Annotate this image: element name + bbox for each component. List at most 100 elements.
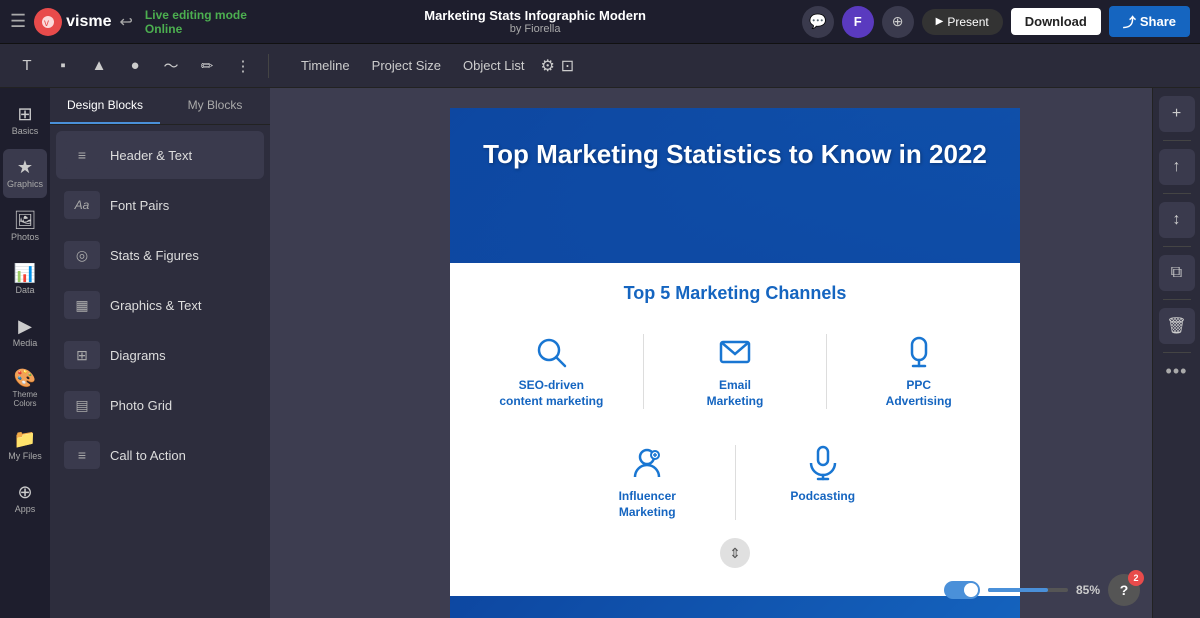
sidebar-label-basics: Basics — [12, 127, 39, 137]
scroll-indicator: ⇕ — [460, 530, 1010, 576]
circle-tool[interactable]: ● — [120, 51, 150, 81]
zoom-bar: 85% ? 2 — [944, 574, 1140, 606]
toolbar-separator — [268, 54, 269, 78]
block-item-graphics-text[interactable]: ▦ Graphics & Text — [56, 281, 264, 329]
block-item-call-to-action[interactable]: ≡ Call to Action — [56, 431, 264, 479]
photos-icon: 🖼 — [14, 210, 37, 231]
svg-text:v: v — [44, 18, 49, 29]
help-badge: 2 — [1128, 570, 1144, 586]
canvas-header: Top Marketing Statistics to Know in 2022 — [450, 108, 1020, 263]
sidebar-item-my-files[interactable]: 📁 My Files — [3, 421, 47, 470]
toolbar-strip: T ▪ ▲ ● 〜 ✏ ⋮ Timeline Project Size Obje… — [0, 44, 1200, 88]
seo-icon — [533, 334, 569, 370]
duplicate-button[interactable]: ⧉ — [1159, 255, 1195, 291]
comment-button[interactable]: 💬 — [802, 6, 834, 38]
block-label-photo-grid: Photo Grid — [110, 398, 172, 413]
share-button[interactable]: ⤴ Share — [1109, 6, 1190, 37]
channel-label-influencer: InfluencerMarketing — [619, 489, 676, 520]
zoom-toggle[interactable] — [944, 581, 980, 599]
image-crop-icon[interactable]: ⊡ — [561, 56, 574, 76]
download-button[interactable]: Download — [1011, 8, 1101, 35]
triangle-tool[interactable]: ▲ — [84, 51, 114, 81]
block-item-header-text[interactable]: ≡ Header & Text — [56, 131, 264, 179]
tab-object-list[interactable]: Object List — [453, 54, 534, 77]
sidebar-item-basics[interactable]: ⊞ Basics — [3, 96, 47, 145]
rect-tool[interactable]: ▪ — [48, 51, 78, 81]
sidebar-item-apps[interactable]: ⊕ Apps — [3, 474, 47, 523]
add-button[interactable]: + — [1159, 96, 1195, 132]
block-item-font-pairs[interactable]: Aa Font Pairs — [56, 181, 264, 229]
sidebar-item-graphics[interactable]: ★ Graphics — [3, 149, 47, 198]
sidebar-item-photos[interactable]: 🖼 Photos — [3, 202, 47, 251]
scroll-button[interactable]: ⇕ — [720, 538, 750, 568]
block-label-diagrams: Diagrams — [110, 348, 166, 363]
collaborators-button[interactable]: ⊕ — [882, 6, 914, 38]
avatar-button[interactable]: F — [842, 6, 874, 38]
font-pairs-icon: Aa — [64, 191, 100, 219]
channel-ppc: PPCAdvertising — [827, 324, 1010, 419]
help-button[interactable]: ? 2 — [1108, 574, 1140, 606]
text-tool[interactable]: T — [12, 51, 42, 81]
block-item-diagrams[interactable]: ⊞ Diagrams — [56, 331, 264, 379]
channel-label-ppc: PPCAdvertising — [886, 378, 952, 409]
main-area: ⊞ Basics ★ Graphics 🖼 Photos 📊 Data ▶ Me… — [0, 88, 1200, 618]
right-sep-2 — [1163, 193, 1191, 194]
pen-tool[interactable]: ✏ — [192, 51, 222, 81]
sidebar-item-data[interactable]: 📊 Data — [3, 255, 47, 304]
cta-icon: ≡ — [64, 441, 100, 469]
tab-timeline[interactable]: Timeline — [291, 54, 360, 77]
media-icon: ▶ — [18, 316, 32, 337]
tab-project-size[interactable]: Project Size — [362, 54, 451, 77]
channel-podcasting: Podcasting — [736, 435, 911, 530]
sidebar-item-theme-colors[interactable]: 🎨 Theme Colors — [3, 360, 47, 417]
sidebar-label-media: Media — [13, 339, 38, 349]
block-item-photo-grid[interactable]: ▤ Photo Grid — [56, 381, 264, 429]
sidebar-label-data: Data — [15, 286, 34, 296]
photo-grid-icon: ▤ — [64, 391, 100, 419]
sidebar-label-graphics: Graphics — [7, 180, 43, 190]
share-icon: ⤴ — [1123, 12, 1136, 31]
hamburger-icon[interactable]: ☰ — [10, 11, 26, 32]
zoom-slider[interactable] — [988, 588, 1068, 592]
curve-tool[interactable]: 〜 — [156, 51, 186, 81]
block-label-font-pairs: Font Pairs — [110, 198, 169, 213]
block-label-graphics-text: Graphics & Text — [110, 298, 202, 313]
block-item-stats-figures[interactable]: ◎ Stats & Figures — [56, 231, 264, 279]
sidebar-label-photos: Photos — [11, 233, 39, 243]
present-button[interactable]: Present — [922, 9, 1003, 35]
diagrams-icon: ⊞ — [64, 341, 100, 369]
top-bar-left: ☰ v visme ↩ Live editing mode Online — [10, 8, 269, 36]
canvas-footer: 10 Most Popular Social Media Platforms B… — [450, 596, 1020, 618]
sidebar-item-media[interactable]: ▶ Media — [3, 308, 47, 357]
settings-icon[interactable]: ⚙ — [540, 56, 554, 76]
block-label-stats: Stats & Figures — [110, 248, 199, 263]
email-icon — [717, 334, 753, 370]
more-tools[interactable]: ⋮ — [228, 51, 258, 81]
zoom-value: 85% — [1076, 583, 1100, 597]
tab-my-blocks[interactable]: My Blocks — [160, 88, 270, 124]
tab-design-blocks[interactable]: Design Blocks — [50, 88, 160, 124]
theme-icon: 🎨 — [14, 368, 36, 389]
top-bar-right: 💬 F ⊕ Present Download ⤴ Share — [802, 6, 1190, 38]
more-options-icon[interactable]: ••• — [1166, 361, 1188, 382]
logo-text: visme — [66, 13, 111, 31]
graphics-text-icon: ▦ — [64, 291, 100, 319]
graphics-icon: ★ — [17, 157, 33, 178]
project-title: Marketing Stats Infographic Modern — [277, 8, 794, 23]
block-list: ≡ Header & Text Aa Font Pairs ◎ Stats & … — [50, 125, 270, 618]
project-subtitle: by Fiorella — [277, 23, 794, 35]
delete-button[interactable]: 🗑 — [1159, 308, 1195, 344]
align-up-button[interactable]: ↑ — [1159, 149, 1195, 185]
basics-icon: ⊞ — [17, 104, 32, 125]
logo: v visme — [34, 8, 111, 36]
align-down-button[interactable]: ↕ — [1159, 202, 1195, 238]
sidebar-label-theme: Theme Colors — [7, 391, 43, 409]
influencer-icon — [629, 445, 665, 481]
apps-icon: ⊕ — [17, 482, 32, 503]
podcasting-icon — [805, 445, 841, 481]
top-bar-center: Marketing Stats Infographic Modern by Fi… — [277, 8, 794, 35]
stats-icon: ◎ — [64, 241, 100, 269]
undo-button[interactable]: ↩ — [120, 12, 133, 32]
top-bar: ☰ v visme ↩ Live editing mode Online Mar… — [0, 0, 1200, 44]
right-sep-1 — [1163, 140, 1191, 141]
